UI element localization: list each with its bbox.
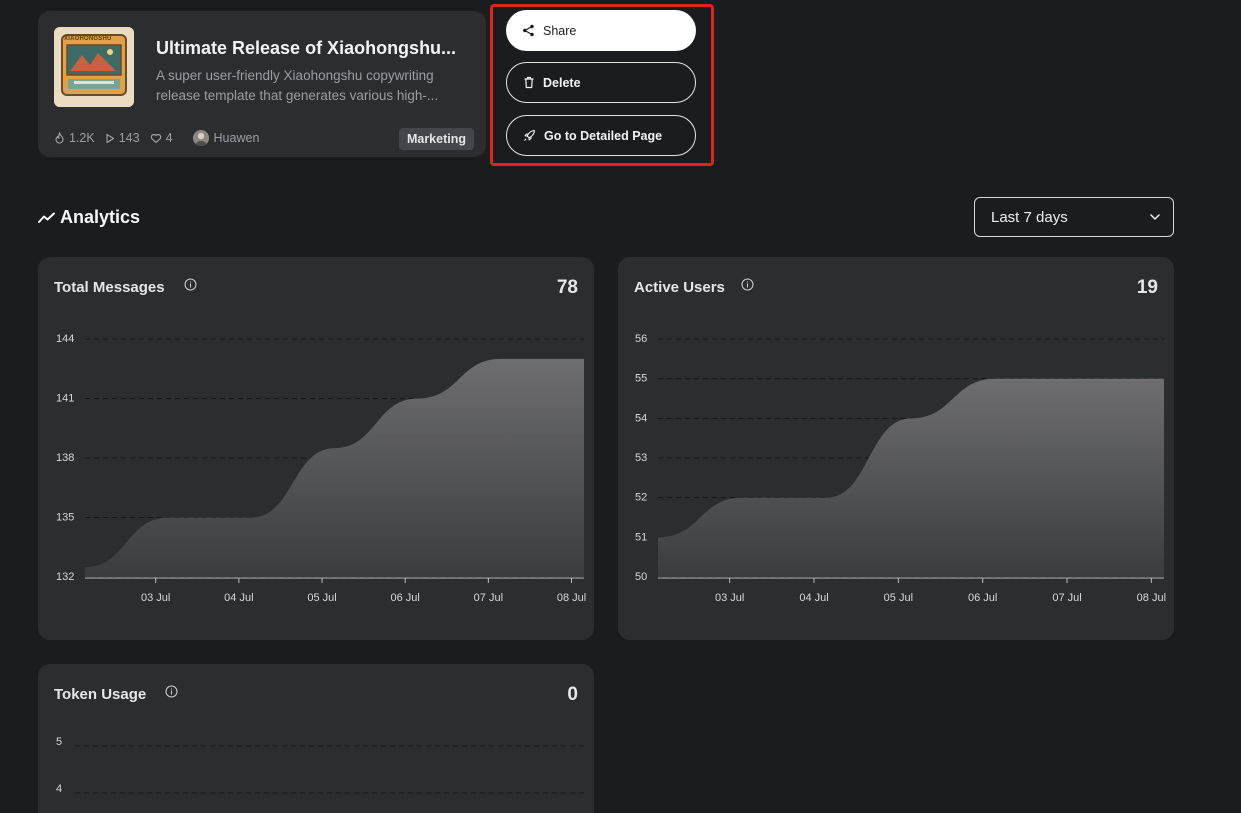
- trend-line-icon: [38, 212, 55, 223]
- heart-icon: [150, 133, 161, 143]
- date-range-value: Last 7 days: [991, 208, 1068, 226]
- x-tick-label: 07 Jul: [474, 592, 503, 604]
- x-tick-label: 08 Jul: [557, 592, 586, 604]
- category-badge: Marketing: [398, 128, 474, 150]
- thumbnail-label: XIAOHONGSHU: [64, 36, 112, 42]
- x-tick-label: 04 Jul: [799, 592, 828, 604]
- active-users-card: Active Users 19 50 51 52 53 54 55 56 03 Jul 04 J…: [618, 257, 1174, 640]
- play-icon: [106, 133, 114, 143]
- delete-button[interactable]: Delete: [506, 62, 696, 103]
- share-label: Share: [543, 23, 577, 38]
- app-thumbnail: XIAOHONGSHU: [54, 27, 134, 107]
- likes-stat: 4: [150, 131, 173, 145]
- y-tick-label: 138: [56, 452, 74, 464]
- trash-icon: [524, 76, 534, 89]
- rocket-icon: [524, 129, 536, 141]
- runs-count: 143: [118, 131, 140, 145]
- app-meta: 1.2K 143 4 Huawen: [54, 130, 259, 146]
- x-tick-label: 07 Jul: [1052, 592, 1081, 604]
- x-tick-label: 05 Jul: [884, 592, 913, 604]
- analytics-title: Analytics: [60, 207, 141, 227]
- author[interactable]: Huawen: [192, 130, 260, 146]
- y-tick-label: 141: [56, 393, 74, 405]
- detail-page-button[interactable]: Go to Detailed Page: [506, 115, 696, 156]
- share-icon: [523, 24, 534, 37]
- y-tick-label: 51: [635, 531, 647, 543]
- y-tick-label: 54: [635, 412, 647, 424]
- fire-icon: [55, 132, 64, 144]
- delete-label: Delete: [543, 75, 581, 90]
- app-description: A super user-friendly Xiaohongshu copywr…: [156, 68, 439, 103]
- chevron-down-icon: [1150, 214, 1160, 220]
- views-stat: 1.2K: [54, 131, 95, 145]
- app-card[interactable]: XIAOHONGSHU Ultimate Release of Xiaohong…: [38, 11, 486, 157]
- author-avatar: [192, 130, 209, 146]
- total-messages-chart: 132 135 138 141 144 03 Jul 04 Jul 05 Jul 06 Jul 0…: [56, 333, 586, 604]
- analytics-heading: Analytics: [38, 207, 140, 228]
- x-tick-label: 03 Jul: [715, 592, 744, 604]
- x-tick-label: 03 Jul: [141, 592, 170, 604]
- runs-stat: 143: [105, 131, 140, 145]
- author-name: Huawen: [213, 131, 260, 145]
- views-count: 1.2K: [69, 131, 95, 145]
- y-tick-label: 50: [635, 571, 647, 583]
- y-tick-label: 53: [635, 452, 647, 464]
- app-title: Ultimate Release of Xiaohongshu...: [156, 38, 457, 58]
- active-users-chart: 50 51 52 53 54 55 56 03 Jul 04 Jul 05 Jul 06 Jul 07…: [635, 333, 1166, 604]
- detail-label: Go to Detailed Page: [544, 128, 663, 143]
- avatar-image: [192, 130, 209, 146]
- share-button[interactable]: Share: [506, 10, 696, 51]
- app-detail-page: XIAOHONGSHU Ultimate Release of Xiaohong…: [0, 0, 1241, 813]
- x-tick-label: 05 Jul: [307, 592, 336, 604]
- x-tick-label: 04 Jul: [224, 592, 253, 604]
- token-usage-chart: 45: [56, 736, 584, 795]
- y-tick-label: 144: [56, 333, 74, 345]
- y-tick-label: 56: [635, 333, 647, 345]
- token-usage-card: Token Usage 0 45: [38, 664, 594, 813]
- likes-count: 4: [165, 131, 173, 145]
- series-area: [85, 358, 584, 577]
- y-tick-label: 135: [56, 512, 74, 524]
- total-messages-card: Total Messages 78 132 135 138 141 144 03 Jul 0…: [38, 257, 594, 640]
- x-tick-label: 08 Jul: [1137, 592, 1166, 604]
- y-tick-label: 52: [635, 492, 647, 504]
- x-tick-label: 06 Jul: [968, 592, 997, 604]
- x-tick-label: 06 Jul: [391, 592, 420, 604]
- series-area: [658, 378, 1164, 577]
- date-range-select[interactable]: Last 7 days: [974, 197, 1174, 237]
- y-tick-label: 132: [56, 571, 74, 583]
- y-tick-label: 5: [56, 736, 62, 748]
- y-tick-label: 4: [56, 783, 62, 795]
- y-tick-label: 55: [635, 373, 647, 385]
